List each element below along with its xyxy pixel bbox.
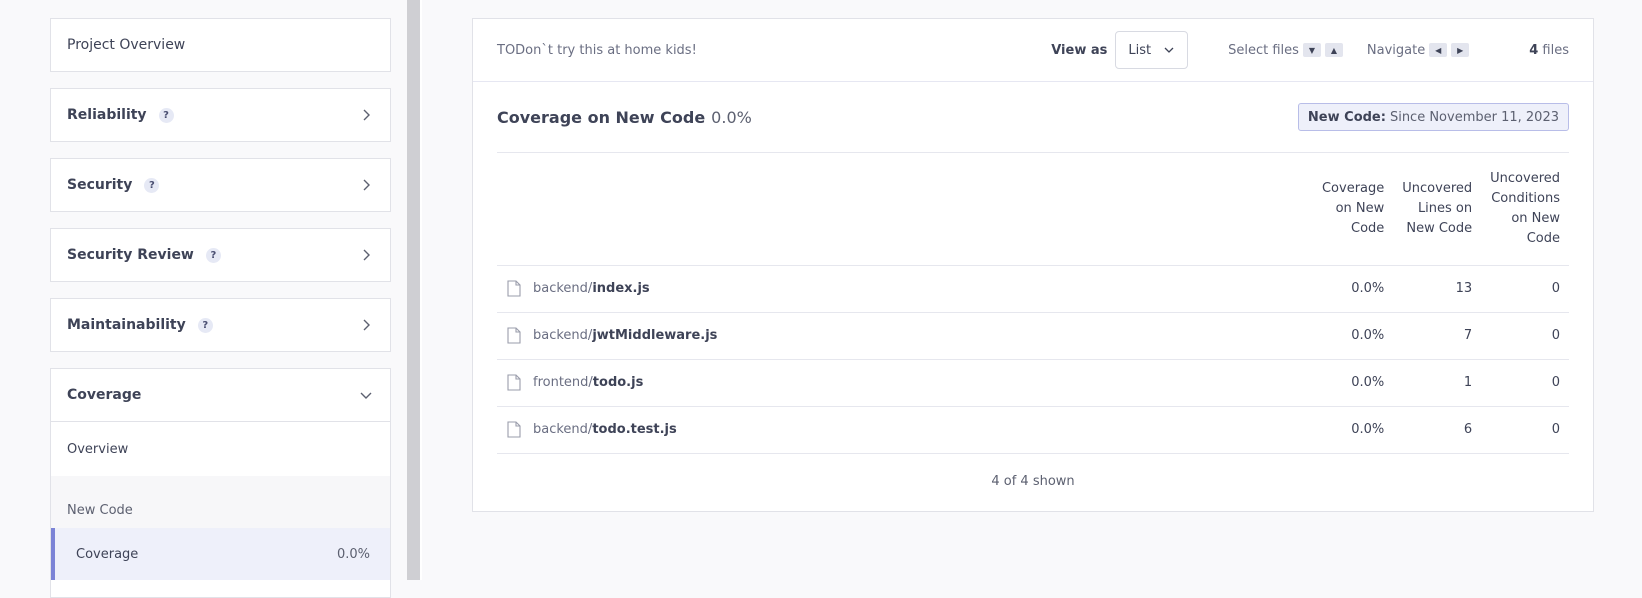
help-icon[interactable]: ? <box>144 177 160 193</box>
coverage-cell: 0.0% <box>1312 265 1394 313</box>
view-as-select[interactable]: List <box>1115 31 1189 69</box>
arrow-down-key-icon: ▼ <box>1302 43 1321 57</box>
file-icon <box>507 421 521 438</box>
chevron-right-icon <box>363 249 370 261</box>
help-icon[interactable]: ? <box>158 107 174 123</box>
new-code-badge-label: New Code: <box>1307 109 1386 125</box>
project-overview-label: Project Overview <box>67 37 186 53</box>
help-icon[interactable]: ? <box>205 247 221 263</box>
table-row[interactable]: frontend/todo.js 0.0% 1 0 <box>497 359 1569 407</box>
table-footer: 4 of 4 shown <box>991 474 1075 489</box>
select-files-label: Select files <box>1228 42 1299 58</box>
coverage-cell: 0.0% <box>1312 359 1394 407</box>
file-link[interactable]: backend/jwtMiddleware.js <box>507 327 1313 344</box>
coverage-value: 0.0% <box>711 107 752 127</box>
table-header-row: Coverage on New Code Uncovered Lines on … <box>497 153 1569 266</box>
sidebar-item-label: Reliability <box>67 107 147 123</box>
file-icon <box>507 327 521 344</box>
file-name: todo.test.js <box>592 422 677 437</box>
uncovered-lines-cell: 7 <box>1393 312 1482 360</box>
column-header-uncovered-conditions[interactable]: Uncovered Conditions on New Code <box>1481 153 1569 266</box>
view-as-label: View as <box>1051 42 1108 58</box>
file-path: backend/ <box>533 281 593 296</box>
sidebar-item-coverage: Coverage Overview New Code Coverage 0.0% <box>50 368 391 598</box>
new-code-badge-value: Since November 11, 2023 <box>1389 109 1559 125</box>
sidebar-item-label: Security <box>67 177 133 193</box>
table-row[interactable]: backend/index.js 0.0% 13 0 <box>497 265 1569 313</box>
arrow-up-key-icon: ▲ <box>1324 43 1343 57</box>
uncovered-conditions-cell: 0 <box>1481 265 1569 313</box>
file-path: frontend/ <box>533 375 593 390</box>
chevron-right-icon <box>363 319 370 331</box>
file-link[interactable]: backend/todo.test.js <box>507 421 1313 438</box>
coverage-title: Coverage on New Code <box>497 107 706 127</box>
coverage-section-header[interactable]: Coverage <box>51 369 390 421</box>
sidebar: Project Overview Reliability ? Security … <box>0 0 408 598</box>
uncovered-lines-cell: 6 <box>1393 406 1482 454</box>
coverage-new-code-item[interactable]: Coverage 0.0% <box>51 528 390 580</box>
file-name: index.js <box>592 281 650 296</box>
chevron-down-icon <box>360 392 372 399</box>
sidebar-item-label: Security Review <box>67 247 194 263</box>
file-path: backend/ <box>533 328 593 343</box>
sidebar-item-security-review[interactable]: Security Review ? <box>50 228 391 282</box>
sidebar-item-security[interactable]: Security ? <box>50 158 391 212</box>
table-row[interactable]: backend/jwtMiddleware.js 0.0% 7 0 <box>497 312 1569 360</box>
file-link[interactable]: frontend/todo.js <box>507 374 1313 391</box>
file-icon <box>507 280 521 297</box>
file-path: backend/ <box>533 422 593 437</box>
file-name: jwtMiddleware.js <box>592 328 718 343</box>
coverage-overview-link[interactable]: Overview <box>51 422 390 476</box>
help-icon[interactable]: ? <box>197 317 213 333</box>
uncovered-conditions-cell: 0 <box>1481 359 1569 407</box>
file-count-number: 4 <box>1529 42 1539 58</box>
file-icon <box>507 374 521 391</box>
column-header-uncovered-lines[interactable]: Uncovered Lines on New Code <box>1393 153 1482 266</box>
main-panel: TODon`t try this at home kids! View as L… <box>472 18 1594 512</box>
sidebar-resize-handle[interactable] <box>407 0 420 580</box>
toolbar: TODon`t try this at home kids! View as L… <box>473 19 1593 82</box>
arrow-right-key-icon: ▶ <box>1451 43 1470 57</box>
arrow-left-key-icon: ◀ <box>1429 43 1448 57</box>
new-code-group-label: New Code <box>51 476 390 528</box>
sidebar-item-maintainability[interactable]: Maintainability ? <box>50 298 391 352</box>
column-header-coverage[interactable]: Coverage on New Code <box>1312 153 1394 266</box>
chevron-right-icon <box>363 179 370 191</box>
uncovered-conditions-cell: 0 <box>1481 312 1569 360</box>
table-row[interactable]: backend/todo.test.js 0.0% 6 0 <box>497 406 1569 454</box>
sidebar-item-label: Maintainability <box>67 317 186 333</box>
sidebar-item-reliability[interactable]: Reliability ? <box>50 88 391 142</box>
new-code-badge: New Code: Since November 11, 2023 <box>1297 103 1569 131</box>
file-name: todo.js <box>592 375 644 390</box>
coverage-cell: 0.0% <box>1312 312 1394 360</box>
project-overview-link[interactable]: Project Overview <box>50 18 391 72</box>
coverage-content: Coverage on New Code 0.0% New Code: Sinc… <box>473 82 1593 510</box>
coverage-cell: 0.0% <box>1312 406 1394 454</box>
navigate-hint: Navigate ◀ ▶ <box>1366 42 1470 58</box>
name-column-header <box>497 153 1313 266</box>
coverage-header: Coverage on New Code 0.0% New Code: Sinc… <box>497 82 1569 153</box>
chevron-down-icon <box>1164 47 1174 53</box>
chevron-right-icon <box>363 109 370 121</box>
file-link[interactable]: backend/index.js <box>507 280 1313 297</box>
divider <box>420 0 422 580</box>
uncovered-lines-cell: 1 <box>1393 359 1482 407</box>
sidebar-item-label: Coverage <box>67 387 142 403</box>
uncovered-conditions-cell: 0 <box>1481 406 1569 454</box>
file-count: 4 files <box>1529 43 1569 58</box>
uncovered-lines-cell: 13 <box>1393 265 1482 313</box>
coverage-item-label: Coverage <box>76 546 139 562</box>
view-as-value: List <box>1128 42 1152 58</box>
project-description: TODon`t try this at home kids! <box>497 42 697 58</box>
files-table: Coverage on New Code Uncovered Lines on … <box>497 153 1569 454</box>
coverage-submenu: Overview New Code Coverage 0.0% <box>51 421 390 580</box>
navigate-label: Navigate <box>1366 42 1426 58</box>
file-count-label: files <box>1542 42 1569 58</box>
select-files-hint: Select files ▼ ▲ <box>1228 43 1343 58</box>
coverage-item-value: 0.0% <box>336 546 370 562</box>
